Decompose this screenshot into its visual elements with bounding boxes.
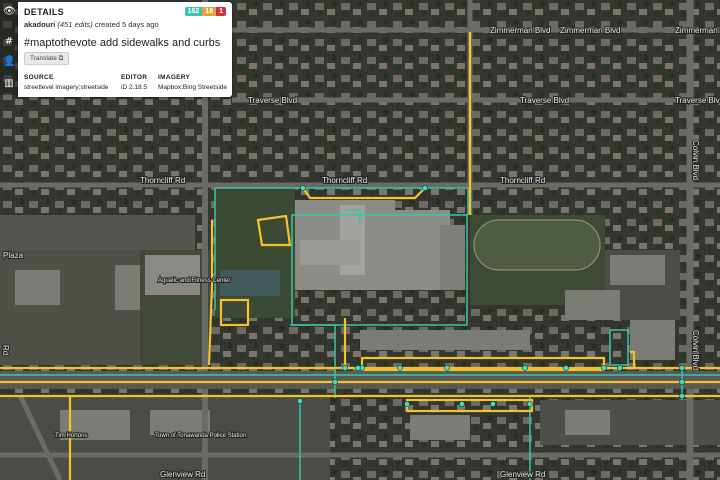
vertex xyxy=(490,401,496,407)
translate-label: Translate xyxy=(30,55,57,62)
vertex xyxy=(332,379,338,385)
external-link-icon: ⧉ xyxy=(58,55,64,62)
street-label: Zimmerman Blvd xyxy=(560,26,620,35)
street-label: Thorncliff Rd xyxy=(500,176,545,185)
street-label: Glenview Rd xyxy=(500,470,545,479)
vertex xyxy=(342,365,348,371)
editor-label: EDITOR xyxy=(121,74,148,81)
vertex xyxy=(527,401,533,407)
imagery-column: IMAGERY Mapbox;Bing Streetside xyxy=(158,74,227,91)
vertex xyxy=(300,185,306,191)
user-icon[interactable]: 👤 xyxy=(3,56,15,68)
vertex xyxy=(444,365,450,371)
poi-label: Aquatic and Fitness Center xyxy=(158,278,230,284)
source-label: SOURCE xyxy=(24,74,54,81)
school-field xyxy=(215,188,295,318)
translate-button[interactable]: Translate ⧉ xyxy=(24,52,70,65)
street-label: Traverse Blvd xyxy=(248,96,297,105)
school-building xyxy=(295,200,465,290)
building-icon[interactable]: ▥ xyxy=(3,78,15,90)
vertex xyxy=(563,365,569,371)
vertex xyxy=(617,365,623,371)
vertex xyxy=(355,365,361,371)
edit-count: (451 edits) xyxy=(57,20,93,29)
vertex xyxy=(422,185,428,191)
running-track xyxy=(473,219,601,271)
user-link[interactable]: akadouri xyxy=(24,20,55,29)
changeset-comment: #maptothevote add sidewalks and curbs xyxy=(24,37,221,49)
imagery-label: IMAGERY xyxy=(158,74,191,81)
details-panel: DETAILS 162 18 1 akadouri (451 edits) cr… xyxy=(18,2,232,97)
poi-label: Tim Hortons xyxy=(55,433,87,439)
vertex xyxy=(404,401,410,407)
street-label: Zimmerman Blvd xyxy=(490,26,550,35)
vertex xyxy=(297,398,303,404)
modified-count-badge: 18 xyxy=(202,7,217,16)
street-label: Colvin Blvd xyxy=(691,330,700,370)
poi-label: Town of Tonawanda Police Station xyxy=(155,433,246,439)
vertex xyxy=(601,365,607,371)
hash-icon[interactable]: # xyxy=(3,36,15,48)
street-label: Rd xyxy=(1,345,10,355)
created-time: created 5 days ago xyxy=(94,20,159,29)
parking-lot xyxy=(0,215,195,250)
changeset-meta: akadouri (451 edits) created 5 days ago xyxy=(24,20,159,29)
poi-label: Plaza xyxy=(3,251,24,260)
vertex xyxy=(459,401,465,407)
editor-value: iD 2.18.5 xyxy=(121,84,148,91)
deleted-count-badge: 1 xyxy=(216,7,226,16)
vertex xyxy=(522,365,528,371)
vertex xyxy=(679,379,685,385)
inspector-sidebar: 👁 # 👤 ▥ xyxy=(0,0,18,95)
source-column: SOURCE streetlevel imagery;streetside xyxy=(24,74,109,91)
street-label: Traverse Blvd xyxy=(520,96,569,105)
source-value: streetlevel imagery;streetside xyxy=(24,84,109,91)
eye-icon[interactable]: 👁 xyxy=(3,6,16,18)
street-label: Thorncliff Rd xyxy=(322,176,367,185)
vertex xyxy=(397,365,403,371)
street-label: Thorncliff Rd xyxy=(140,176,185,185)
street-label: Glenview Rd xyxy=(160,470,205,479)
imagery-value: Mapbox;Bing Streetside xyxy=(158,84,228,91)
street-label: Zimmerman Blvd xyxy=(675,26,720,35)
street-label: Colvin Blvd xyxy=(691,140,700,180)
change-counts: 162 18 1 xyxy=(184,7,226,16)
vertex xyxy=(679,393,685,399)
street-label: Traverse Blvd xyxy=(675,96,720,105)
vertex xyxy=(679,365,685,371)
created-count-badge: 162 xyxy=(184,7,203,16)
panel-title: DETAILS xyxy=(24,7,64,17)
editor-column: EDITOR iD 2.18.5 xyxy=(121,74,147,91)
